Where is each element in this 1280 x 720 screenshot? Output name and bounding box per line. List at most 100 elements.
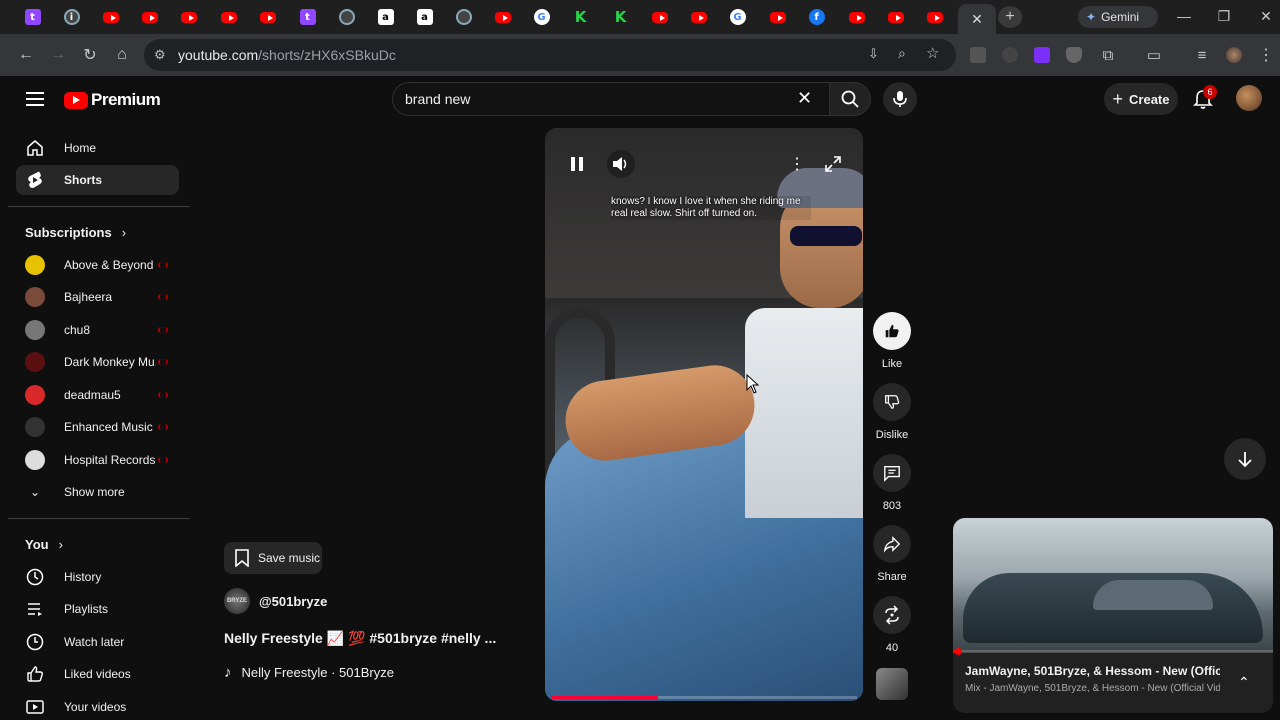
browser-tab[interactable]	[759, 5, 796, 29]
browser-tab[interactable]	[210, 5, 247, 29]
extension-shield-icon[interactable]	[1066, 47, 1082, 63]
music-link[interactable]: ♪ Nelly Freestyle · 501Bryze	[224, 664, 394, 681]
browser-tab[interactable]: G	[523, 5, 560, 29]
subscription-item[interactable]: deadmau5	[25, 383, 175, 407]
remix-action[interactable]: 40	[872, 596, 912, 654]
comments-button[interactable]	[873, 454, 911, 492]
site-info-icon[interactable]: ⚙	[154, 47, 166, 63]
browser-tab[interactable]	[92, 5, 129, 29]
new-tab-button[interactable]: +	[998, 6, 1022, 28]
bookmark-star-icon[interactable]: ☆	[926, 44, 939, 62]
channel-avatar[interactable]: BRYZE	[224, 588, 250, 614]
address-bar[interactable]: ⚙ youtube.com/shorts/zHX6xSBkuDc ⇩ ⌕ ☆	[144, 39, 956, 71]
subscription-item[interactable]: Bajheera	[25, 285, 175, 309]
browser-tab[interactable]	[484, 5, 521, 29]
pause-icon[interactable]	[563, 152, 591, 176]
subscription-item[interactable]: Dark Monkey Mu...	[25, 350, 175, 374]
browser-tab[interactable]	[170, 5, 207, 29]
sidebar-item-history[interactable]: History	[25, 565, 175, 589]
remix-button[interactable]	[873, 596, 911, 634]
restore-icon[interactable]: ❐	[1214, 8, 1234, 25]
share-action[interactable]: Share	[872, 525, 912, 583]
like-button[interactable]	[873, 312, 911, 350]
chevron-up-icon[interactable]: ⌃	[1238, 674, 1250, 691]
subscriptions-heading[interactable]: Subscriptions ›	[25, 225, 126, 240]
shorts-video-player[interactable]: ⋮ knows? I know I love it when she ridin…	[545, 128, 863, 701]
extensions-puzzle-icon[interactable]: ⧉	[1098, 45, 1118, 65]
browser-tab[interactable]	[877, 5, 914, 29]
sidebar-item-your-videos[interactable]: Your videos	[25, 695, 175, 719]
subscription-item[interactable]: Above & Beyond	[25, 253, 175, 277]
close-tab-icon[interactable]: ✕	[971, 11, 983, 28]
browser-tab[interactable]: K	[562, 5, 599, 29]
short-title[interactable]: Nelly Freestyle 📈 💯 #501bryze #nelly ...	[224, 630, 496, 647]
miniplayer[interactable]: JamWayne, 501Bryze, & Hessom - New (Offi…	[953, 518, 1273, 713]
channel-handle[interactable]: @501bryze	[259, 594, 327, 609]
channel-info[interactable]: BRYZE @501bryze	[224, 588, 327, 614]
miniplayer-title[interactable]: JamWayne, 501Bryze, & Hessom - New (Offi…	[965, 664, 1220, 678]
install-app-icon[interactable]: ⇩	[868, 46, 879, 62]
like-action[interactable]: Like	[872, 312, 912, 370]
browser-tab[interactable]	[249, 5, 286, 29]
browser-tab[interactable]	[916, 5, 953, 29]
create-button[interactable]: + Create	[1104, 83, 1178, 115]
reload-icon[interactable]: ↻	[80, 45, 100, 65]
subscription-item[interactable]: Enhanced Music	[25, 415, 175, 439]
miniplayer-scrubber[interactable]	[955, 648, 962, 655]
side-panel-icon[interactable]: ▭	[1144, 45, 1164, 65]
search-input[interactable]: brand new	[392, 82, 830, 116]
browser-tab[interactable]: t	[14, 5, 51, 29]
browser-tab[interactable]	[680, 5, 717, 29]
save-music-button[interactable]: Save music	[224, 542, 322, 574]
active-tab[interactable]: ✕	[958, 4, 996, 34]
media-control-icon[interactable]: ≡	[1192, 45, 1212, 65]
extension-purple-icon[interactable]	[1034, 47, 1050, 63]
fullscreen-icon[interactable]	[819, 152, 847, 176]
sidebar-item-playlists[interactable]: Playlists	[25, 597, 175, 621]
volume-icon[interactable]	[607, 150, 635, 178]
subscription-item[interactable]: Hospital Records	[25, 448, 175, 472]
browser-tab[interactable]	[131, 5, 168, 29]
more-options-icon[interactable]: ⋮	[783, 152, 811, 176]
browser-tab[interactable]: G	[719, 5, 756, 29]
browser-tab[interactable]	[641, 5, 678, 29]
sidebar-item-home[interactable]: Home	[16, 133, 179, 163]
next-short-button[interactable]	[1224, 438, 1266, 480]
browser-tab[interactable]	[445, 5, 482, 29]
browser-tab[interactable]: K	[602, 5, 639, 29]
guide-menu-icon[interactable]	[26, 92, 44, 110]
browser-tab[interactable]: a	[406, 5, 443, 29]
browser-tab[interactable]: a	[367, 5, 404, 29]
share-button[interactable]	[873, 525, 911, 563]
you-heading[interactable]: You ›	[25, 537, 63, 552]
back-icon[interactable]: ←	[16, 45, 36, 65]
sidebar-item-liked-videos[interactable]: Liked videos	[25, 662, 175, 686]
browser-tab[interactable]	[328, 5, 365, 29]
extension-eyes-icon[interactable]	[970, 47, 986, 63]
home-icon[interactable]: ⌂	[112, 45, 132, 65]
forward-icon[interactable]: →	[48, 45, 68, 65]
sound-thumbnail[interactable]	[876, 668, 908, 700]
sidebar-item-watch-later[interactable]: Watch later	[25, 630, 175, 654]
miniplayer-thumbnail[interactable]	[953, 518, 1273, 652]
browser-tab[interactable]: f	[798, 5, 835, 29]
browser-tab[interactable]: i	[53, 5, 90, 29]
sidebar-item-shorts[interactable]: Shorts	[16, 165, 179, 195]
clear-search-icon[interactable]: ✕	[797, 88, 812, 109]
browser-tab[interactable]	[838, 5, 875, 29]
youtube-premium-logo[interactable]: Premium	[64, 90, 161, 110]
voice-search-button[interactable]	[883, 82, 917, 116]
dislike-button[interactable]	[873, 383, 911, 421]
profile-icon[interactable]	[1226, 47, 1242, 63]
subscription-item[interactable]: chu8	[25, 318, 175, 342]
window-close-icon[interactable]: ✕	[1256, 8, 1276, 25]
minimize-icon[interactable]: —	[1174, 8, 1194, 24]
video-progress-bar[interactable]	[551, 696, 857, 699]
search-button[interactable]	[829, 82, 871, 116]
dislike-action[interactable]: Dislike	[872, 383, 912, 441]
show-more-button[interactable]: ⌄ Show more	[25, 480, 175, 504]
miniplayer-progress-bar[interactable]	[953, 650, 1273, 653]
browser-tab[interactable]: t	[289, 5, 326, 29]
extension-mask-icon[interactable]	[1002, 47, 1018, 63]
zoom-icon[interactable]: ⌕	[898, 45, 906, 62]
